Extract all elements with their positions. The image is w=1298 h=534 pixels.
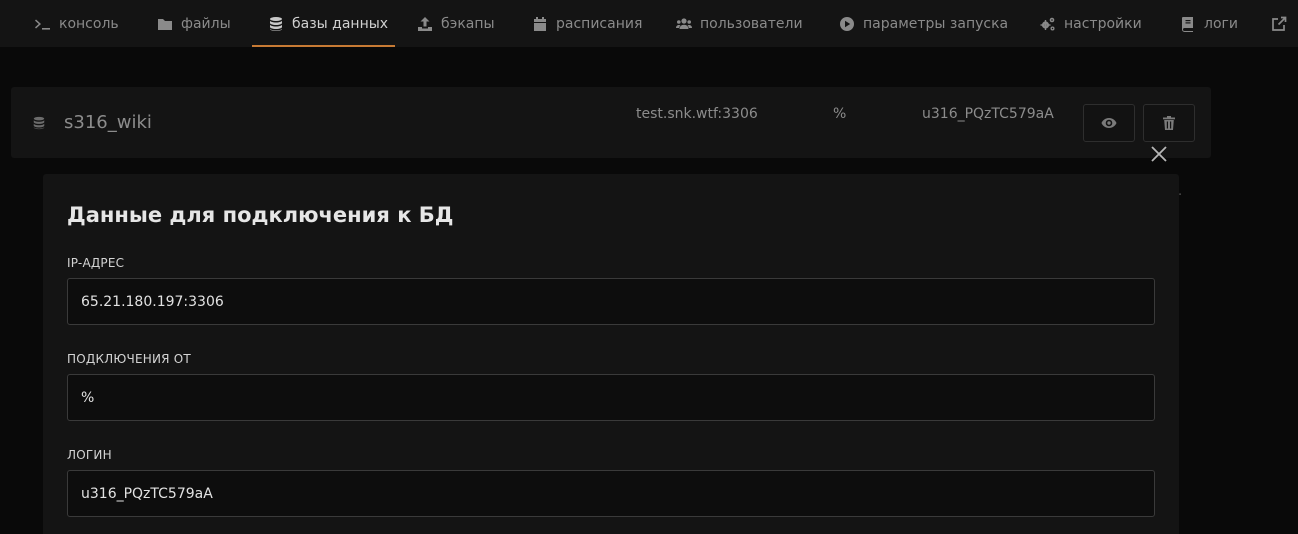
modal-title: Данные для подключения к БД [67, 203, 454, 227]
connections-from-field[interactable] [67, 374, 1155, 421]
nav-tab-label: бэкапы [441, 15, 495, 32]
connections-from-label: ПОДКЛЮЧЕНИЯ ОТ [67, 352, 191, 366]
database-icon [32, 115, 46, 131]
nav-tab-label: файлы [181, 15, 231, 32]
play-circle-icon [839, 16, 855, 32]
nav-tab-settings[interactable]: настройки [1040, 0, 1142, 47]
top-navigation: консоль файлы базы данных бэкапы расписа… [0, 0, 1298, 47]
ip-address-field[interactable] [67, 278, 1155, 325]
nav-tab-label: консоль [59, 15, 119, 32]
view-credentials-button[interactable] [1083, 104, 1135, 142]
nav-tab-label: параметры запуска [863, 15, 1009, 32]
delete-database-button[interactable] [1143, 104, 1195, 142]
external-link-icon[interactable] [1271, 16, 1287, 32]
nav-tab-label: пользователи [700, 15, 803, 32]
nav-tab-logs[interactable]: логи [1180, 0, 1238, 47]
nav-tab-users[interactable]: пользователи [676, 0, 803, 47]
nav-tab-label: базы данных [292, 15, 389, 32]
nav-tab-console[interactable]: консоль [35, 0, 119, 47]
users-icon [676, 16, 692, 32]
nav-tab-backups[interactable]: бэкапы [417, 0, 495, 47]
trash-icon [1161, 115, 1177, 131]
database-icon [268, 16, 284, 32]
login-label: ЛОГИН [67, 448, 112, 462]
ip-address-label: IP-АДРЕС [67, 256, 125, 270]
nav-tab-launch-params[interactable]: параметры запуска [839, 0, 1008, 47]
database-username: u316_PQzTC579aA [922, 106, 1054, 122]
nav-tab-label: расписания [556, 15, 643, 32]
nav-tab-schedules[interactable]: расписания [532, 0, 642, 47]
terminal-icon [35, 16, 51, 32]
database-host: test.snk.wtf:3306 [636, 106, 758, 122]
upload-icon [417, 16, 433, 32]
nav-tab-files[interactable]: файлы [157, 0, 231, 47]
calendar-icon [532, 16, 548, 32]
database-connections-from: % [833, 106, 847, 122]
nav-tab-label: настройки [1064, 15, 1142, 32]
database-name: s316_wiki [64, 112, 152, 133]
close-icon[interactable] [1149, 144, 1169, 164]
database-card: s316_wiki test.snk.wtf:3306 % u316_PQzTC… [11, 87, 1211, 158]
nav-tab-databases[interactable]: базы данных [252, 0, 395, 47]
book-icon [1180, 16, 1196, 32]
eye-icon [1101, 115, 1117, 131]
nav-tab-label: логи [1204, 15, 1238, 32]
login-field[interactable] [67, 470, 1155, 517]
gears-icon [1040, 16, 1056, 32]
connection-details-modal: Данные для подключения к БД IP-АДРЕС ПОД… [43, 174, 1179, 534]
folder-icon [157, 16, 173, 32]
